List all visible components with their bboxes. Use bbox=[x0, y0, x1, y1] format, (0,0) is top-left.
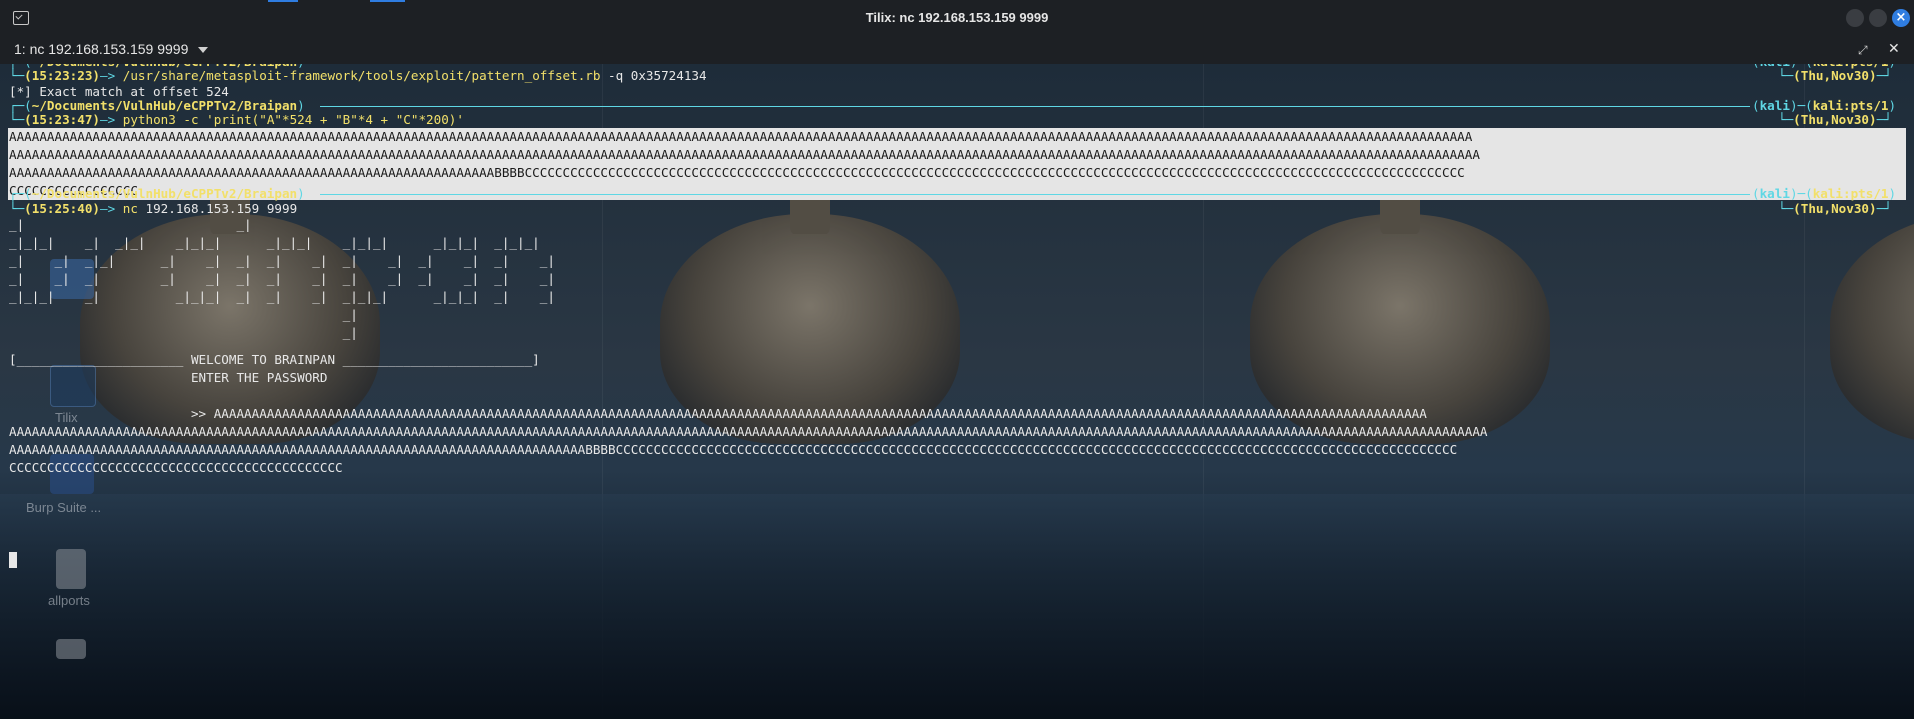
enter-password-prompt: ENTER THE PASSWORD bbox=[9, 370, 328, 385]
welcome-banner: [______________________ WELCOME TO BRAIN… bbox=[9, 352, 540, 367]
desktop-label-burp: Burp Suite ... bbox=[26, 500, 102, 515]
prompt-date: └─(Thu,Nov30)─┘ bbox=[1778, 112, 1892, 127]
minimize-icon[interactable] bbox=[1846, 9, 1864, 27]
session-selector[interactable]: 1: nc 192.168.153.159 9999 bbox=[14, 41, 188, 57]
password-input-line: AAAAAAAAAAAAAAAAAAAAAAAAAAAAAAAAAAAAAAAA… bbox=[9, 442, 1458, 457]
ascii-line: _| bbox=[9, 325, 358, 340]
file-icon bbox=[56, 639, 86, 659]
ascii-line: _| _| _| _| _| _| _| _| _| _| _| _| _| _… bbox=[9, 271, 555, 286]
title-bar: Tilix: nc 192.168.153.159 9999 × bbox=[0, 0, 1914, 37]
session-bar: 1: nc 192.168.153.159 9999 ⤢ ✕ bbox=[0, 36, 1914, 64]
close-icon[interactable]: × bbox=[1892, 9, 1910, 27]
password-input-line: >> AAAAAAAAAAAAAAAAAAAAAAAAAAAAAAAAAAAAA… bbox=[9, 406, 1427, 421]
wallpaper-garlic bbox=[1830, 214, 1914, 444]
desktop-label-allports: allports bbox=[48, 593, 90, 608]
chevron-down-icon[interactable] bbox=[198, 47, 208, 53]
output-line: AAAAAAAAAAAAAAAAAAAAAAAAAAAAAAAAAAAAAAAA… bbox=[9, 147, 1480, 162]
ascii-line: _| _| _|_| _| _| _| _| _| _| _| _| _| _|… bbox=[9, 253, 555, 268]
window-title: Tilix: nc 192.168.153.159 9999 bbox=[865, 10, 1049, 25]
prompt-rule bbox=[320, 106, 1750, 107]
ascii-line: _| _| bbox=[9, 217, 252, 232]
maximize-icon[interactable] bbox=[1869, 9, 1887, 27]
prompt-rule bbox=[320, 194, 1750, 195]
terminal-pane[interactable]: Tilix Burp Suite ... allports ┌─(~/Docum… bbox=[0, 64, 1914, 719]
tilix-window: Tilix: nc 192.168.153.159 9999 × 1: nc 1… bbox=[0, 0, 1914, 719]
file-icon bbox=[56, 549, 86, 589]
ascii-line: _| bbox=[9, 307, 358, 322]
ascii-line: _|_|_| _| _|_|_| _| _| _| _|_|_| _|_|_| … bbox=[9, 289, 555, 304]
ascii-line: _|_|_| _| _|_| _|_|_| _|_|_| _|_|_| _|_|… bbox=[9, 235, 540, 250]
command-line-2: └─(15:23:47)—> python3 -c 'print("A"*524… bbox=[9, 112, 464, 127]
accent-stripe bbox=[268, 0, 298, 2]
password-input-line: CCCCCCCCCCCCCCCCCCCCCCCCCCCCCCCCCCCCCCCC… bbox=[9, 460, 343, 475]
maximize-terminal-icon[interactable]: ⤢ bbox=[1858, 43, 1872, 57]
terminal-cursor bbox=[9, 552, 17, 568]
accent-stripe bbox=[370, 0, 405, 2]
prompt-date: └─(Thu,Nov30)─┘ bbox=[1778, 68, 1892, 83]
prompt-date: └─(Thu,Nov30)─┘ bbox=[1778, 201, 1892, 216]
output-line: AAAAAAAAAAAAAAAAAAAAAAAAAAAAAAAAAAAAAAAA… bbox=[9, 129, 1473, 144]
close-terminal-icon[interactable]: ✕ bbox=[1888, 41, 1900, 57]
password-input-line: AAAAAAAAAAAAAAAAAAAAAAAAAAAAAAAAAAAAAAAA… bbox=[9, 424, 1488, 439]
output-line: AAAAAAAAAAAAAAAAAAAAAAAAAAAAAAAAAAAAAAAA… bbox=[9, 165, 1465, 180]
wallpaper-sea bbox=[0, 494, 1914, 719]
